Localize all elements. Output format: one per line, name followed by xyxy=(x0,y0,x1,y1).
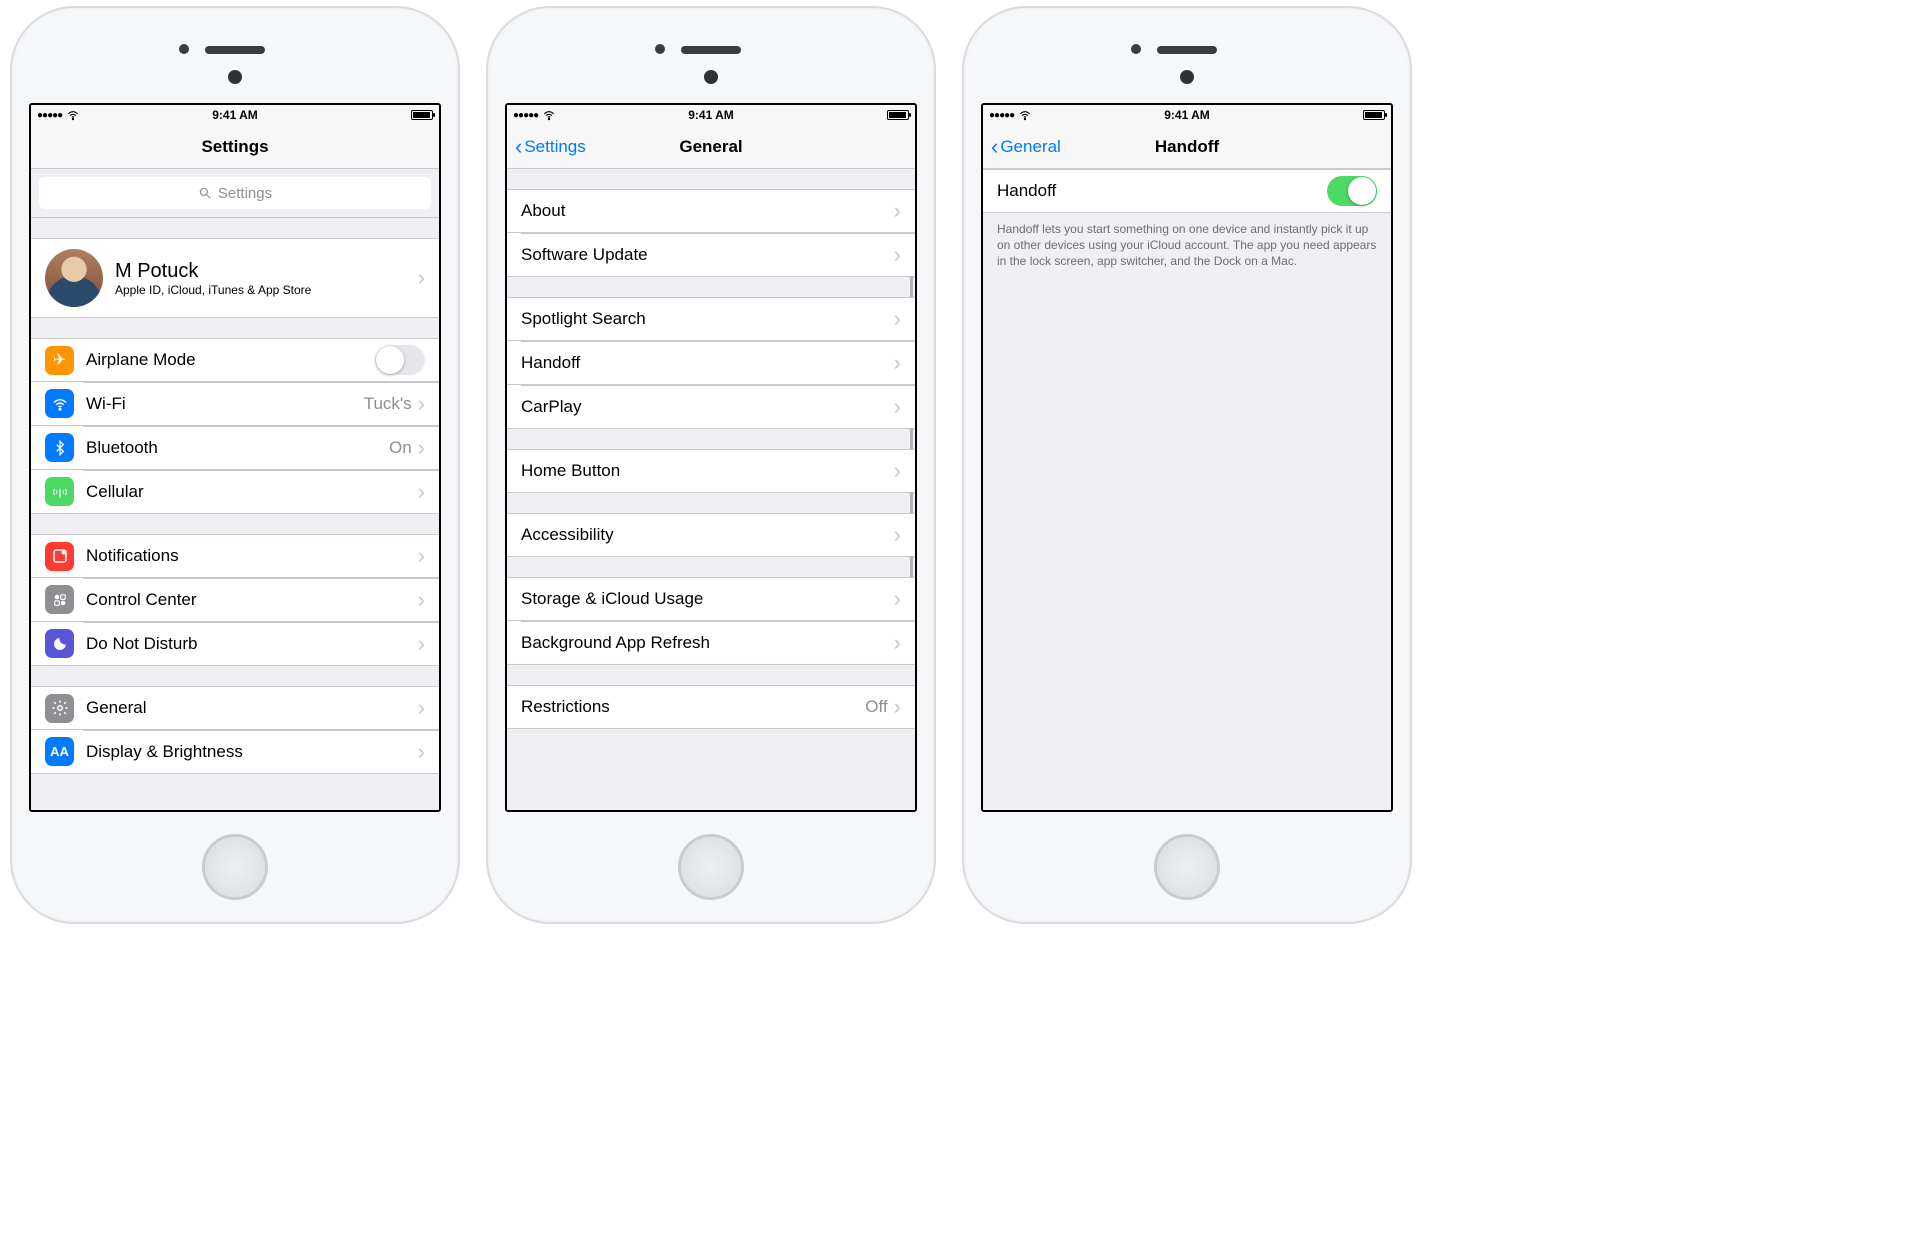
notifications-icon xyxy=(45,542,74,571)
chevron-right-icon: › xyxy=(894,306,901,332)
screen-handoff: ●●●●● 9:41 AM ‹ General Handoff Handoff … xyxy=(981,103,1393,812)
nav-title: Settings xyxy=(31,137,439,157)
row-carplay[interactable]: CarPlay › xyxy=(507,385,915,429)
row-storage[interactable]: Storage & iCloud Usage › xyxy=(507,577,915,621)
row-handoff[interactable]: Handoff › xyxy=(507,341,915,385)
profile-name: M Potuck xyxy=(115,260,311,283)
status-time: 9:41 AM xyxy=(1164,108,1210,122)
row-background-refresh[interactable]: Background App Refresh › xyxy=(507,621,915,665)
search-placeholder: Settings xyxy=(218,185,272,202)
row-wifi[interactable]: Wi-Fi Tuck's › xyxy=(31,382,439,426)
control-center-icon xyxy=(45,585,74,614)
chevron-right-icon: › xyxy=(894,198,901,224)
chevron-right-icon: › xyxy=(418,391,425,417)
chevron-right-icon: › xyxy=(418,631,425,657)
airplane-icon: ✈︎ xyxy=(45,346,74,375)
search-icon xyxy=(198,186,212,200)
chevron-right-icon: › xyxy=(418,587,425,613)
phone-frame-1: ●●●●● 9:41 AM Settings Settings M Potuck… xyxy=(10,6,460,924)
display-icon: AA xyxy=(45,737,74,766)
row-notifications[interactable]: Notifications › xyxy=(31,534,439,578)
back-button[interactable]: ‹ General xyxy=(991,137,1061,157)
status-bar: ●●●●● 9:41 AM xyxy=(31,105,439,125)
chevron-right-icon: › xyxy=(418,265,425,291)
chevron-right-icon: › xyxy=(894,586,901,612)
chevron-right-icon: › xyxy=(894,522,901,548)
back-label: General xyxy=(1000,137,1060,157)
row-control-center[interactable]: Control Center › xyxy=(31,578,439,622)
wifi-settings-icon xyxy=(45,389,74,418)
back-label: Settings xyxy=(524,137,585,157)
wifi-icon xyxy=(66,108,80,122)
screen-general: ●●●●● 9:41 AM ‹ Settings General About ›… xyxy=(505,103,917,812)
chevron-right-icon: › xyxy=(894,242,901,268)
profile-sub: Apple ID, iCloud, iTunes & App Store xyxy=(115,283,311,297)
chevron-right-icon: › xyxy=(418,435,425,461)
chevron-right-icon: › xyxy=(418,739,425,765)
row-general[interactable]: General › xyxy=(31,686,439,730)
cellular-icon xyxy=(45,477,74,506)
chevron-right-icon: › xyxy=(418,695,425,721)
bluetooth-icon xyxy=(45,433,74,462)
chevron-right-icon: › xyxy=(894,458,901,484)
bluetooth-value: On xyxy=(389,438,412,458)
wifi-icon xyxy=(542,108,556,122)
chevron-left-icon: ‹ xyxy=(515,138,522,155)
signal-dots-icon: ●●●●● xyxy=(513,110,538,121)
moon-icon xyxy=(45,629,74,658)
chevron-right-icon: › xyxy=(418,543,425,569)
handoff-toggle[interactable] xyxy=(1327,176,1377,206)
chevron-right-icon: › xyxy=(894,350,901,376)
home-button[interactable] xyxy=(1154,834,1220,900)
home-button[interactable] xyxy=(202,834,268,900)
nav-bar: Settings xyxy=(31,125,439,169)
signal-dots-icon: ●●●●● xyxy=(37,110,62,121)
wifi-value: Tuck's xyxy=(364,394,412,414)
screen-settings-root: ●●●●● 9:41 AM Settings Settings M Potuck… xyxy=(29,103,441,812)
avatar xyxy=(45,249,103,307)
apple-id-row[interactable]: M Potuck Apple ID, iCloud, iTunes & App … xyxy=(31,238,439,318)
row-handoff-toggle[interactable]: Handoff xyxy=(983,169,1391,213)
row-restrictions[interactable]: Restrictions Off › xyxy=(507,685,915,729)
chevron-right-icon: › xyxy=(894,394,901,420)
back-button[interactable]: ‹ Settings xyxy=(515,137,586,157)
phone-frame-3: ●●●●● 9:41 AM ‹ General Handoff Handoff … xyxy=(962,6,1412,924)
nav-bar: ‹ Settings General xyxy=(507,125,915,169)
row-about[interactable]: About › xyxy=(507,189,915,233)
restrictions-value: Off xyxy=(865,697,887,717)
nav-bar: ‹ General Handoff xyxy=(983,125,1391,169)
chevron-right-icon: › xyxy=(894,630,901,656)
battery-icon xyxy=(1363,110,1385,120)
chevron-right-icon: › xyxy=(894,694,901,720)
battery-icon xyxy=(887,110,909,120)
gear-icon xyxy=(45,694,74,723)
wifi-icon xyxy=(1018,108,1032,122)
chevron-left-icon: ‹ xyxy=(991,138,998,155)
row-software-update[interactable]: Software Update › xyxy=(507,233,915,277)
row-airplane-mode[interactable]: ✈︎ Airplane Mode xyxy=(31,338,439,382)
airplane-toggle[interactable] xyxy=(375,345,425,375)
row-display-brightness[interactable]: AA Display & Brightness › xyxy=(31,730,439,774)
battery-icon xyxy=(411,110,433,120)
row-spotlight[interactable]: Spotlight Search › xyxy=(507,297,915,341)
search-input[interactable]: Settings xyxy=(39,177,431,209)
row-do-not-disturb[interactable]: Do Not Disturb › xyxy=(31,622,439,666)
row-accessibility[interactable]: Accessibility › xyxy=(507,513,915,557)
status-bar: ●●●●● 9:41 AM xyxy=(983,105,1391,125)
row-home-button[interactable]: Home Button › xyxy=(507,449,915,493)
status-time: 9:41 AM xyxy=(688,108,734,122)
signal-dots-icon: ●●●●● xyxy=(989,110,1014,121)
home-button[interactable] xyxy=(678,834,744,900)
row-bluetooth[interactable]: Bluetooth On › xyxy=(31,426,439,470)
chevron-right-icon: › xyxy=(418,479,425,505)
phone-frame-2: ●●●●● 9:41 AM ‹ Settings General About ›… xyxy=(486,6,936,924)
status-time: 9:41 AM xyxy=(212,108,258,122)
handoff-description: Handoff lets you start something on one … xyxy=(983,213,1391,270)
status-bar: ●●●●● 9:41 AM xyxy=(507,105,915,125)
row-cellular[interactable]: Cellular › xyxy=(31,470,439,514)
